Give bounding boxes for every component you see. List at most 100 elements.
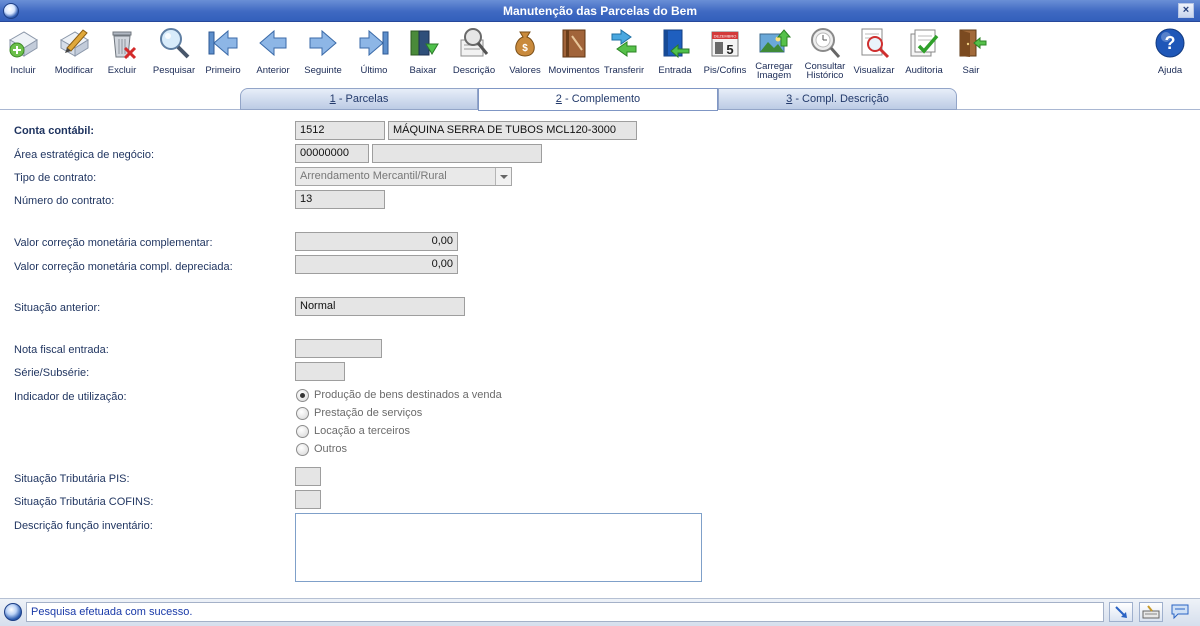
incluir-button[interactable]: Incluir — [4, 22, 42, 80]
area-estrategica-code-field[interactable]: 00000000 — [295, 144, 369, 163]
tab-parcelas[interactable]: 1 - Parcelas — [240, 88, 478, 110]
conta-contabil-code-field[interactable]: 1512 — [295, 121, 385, 140]
svg-text:?: ? — [1165, 33, 1176, 53]
conta-contabil-desc-field[interactable]: MÁQUINA SERRA DE TUBOS MCL120-3000 — [388, 121, 637, 140]
complemento-form: Conta contábil: 1512 MÁQUINA SERRA DE TU… — [0, 111, 1200, 597]
excluir-button[interactable]: Excluir — [104, 22, 140, 80]
numero-contrato-field[interactable]: 13 — [295, 190, 385, 209]
audit-checklist-icon — [910, 29, 939, 57]
svg-text:$: $ — [522, 43, 528, 54]
ultimo-label: Último — [360, 65, 388, 76]
area-estrategica-desc-field[interactable] — [372, 144, 542, 163]
status-bar: Pesquisa efetuada com sucesso. — [0, 598, 1200, 626]
money-bag-icon: $ — [515, 31, 535, 57]
pis-cofins-label: Pis/Cofins — [703, 65, 747, 76]
carregar-imagem-label: Carregar Imagem — [755, 61, 793, 81]
add-document-icon — [8, 31, 38, 58]
numero-contrato-label: Número do contrato: — [14, 195, 115, 207]
search-icon — [160, 28, 190, 59]
tipo-contrato-label: Tipo de contrato: — [14, 172, 97, 184]
modificar-label: Modificar — [54, 65, 94, 76]
pesquisar-button[interactable]: Pesquisar — [152, 22, 196, 80]
sair-button[interactable]: Sair — [954, 22, 988, 80]
tab-compl-descricao[interactable]: 3 - Compl. Descrição — [718, 88, 957, 110]
ajuda-button[interactable]: ? Ajuda — [1152, 22, 1188, 80]
calendar-icon: DEZEMBRO 5 — [711, 31, 739, 57]
visualizar-button[interactable]: Visualizar — [853, 22, 895, 80]
valor-correcao-field[interactable]: 0,00 — [295, 232, 458, 251]
keyboard-icon — [1142, 605, 1160, 619]
chat-bubble-icon — [1171, 604, 1189, 620]
close-button[interactable]: × — [1178, 3, 1194, 18]
valor-correcao-depreciada-label: Valor correção monetária compl. deprecia… — [14, 261, 233, 273]
history-search-icon — [811, 28, 841, 58]
radio-icon[interactable] — [296, 443, 309, 456]
title-bar: Manutenção das Parcelas do Bem × — [0, 0, 1200, 22]
situacao-anterior-field[interactable]: Normal — [295, 297, 465, 316]
indicador-label: Indicador de utilização: — [14, 391, 127, 403]
baixar-label: Baixar — [409, 65, 437, 76]
serie-field[interactable] — [295, 362, 345, 381]
transferir-button[interactable]: Transferir — [604, 22, 644, 80]
descricao-label: Descrição — [452, 65, 496, 76]
visualizar-label: Visualizar — [853, 65, 895, 76]
conta-contabil-label: Conta contábil: — [14, 125, 95, 137]
valores-button[interactable]: $ Valores — [506, 22, 544, 80]
tipo-contrato-value: Arrendamento Mercantil/Rural — [300, 170, 447, 182]
chat-button[interactable] — [1169, 602, 1193, 622]
carregar-imagem-button[interactable]: Carregar Imagem — [754, 22, 794, 80]
nota-fiscal-field[interactable] — [295, 339, 382, 358]
auditoria-button[interactable]: Auditoria — [902, 22, 946, 80]
descricao-funcao-textarea[interactable] — [295, 513, 702, 582]
valor-correcao-depreciada-field[interactable]: 0,00 — [295, 255, 458, 274]
situacao-pis-field[interactable] — [295, 467, 321, 486]
situacao-pis-label: Situação Tributária PIS: — [14, 473, 130, 485]
transfer-arrows-icon — [611, 29, 637, 57]
situacao-cofins-field[interactable] — [295, 490, 321, 509]
exit-door-icon — [959, 29, 987, 57]
window-title: Manutenção das Parcelas do Bem — [502, 4, 698, 18]
seguinte-button[interactable]: Seguinte — [304, 22, 342, 80]
descricao-button[interactable]: Descrição — [452, 22, 496, 80]
keyboard-button[interactable] — [1139, 602, 1163, 622]
modificar-button[interactable]: Modificar — [52, 22, 96, 80]
valores-label: Valores — [509, 65, 541, 76]
radio-icon[interactable] — [296, 425, 309, 438]
anterior-label: Anterior — [256, 65, 290, 76]
situacao-anterior-label: Situação anterior: — [14, 302, 101, 314]
movements-book-icon — [562, 29, 586, 58]
calendar-month-text: DEZEMBRO — [714, 34, 737, 39]
download-book-icon — [410, 30, 439, 56]
descricao-funcao-label: Descrição função inventário: — [14, 520, 153, 532]
primeiro-button[interactable]: Primeiro — [203, 22, 243, 80]
trash-icon — [112, 31, 137, 60]
tab-bar: 1 - Parcelas 2 - Complemento 3 - Compl. … — [0, 80, 1200, 111]
transferir-label: Transferir — [603, 65, 645, 76]
situacao-cofins-label: Situação Tributária COFINS: — [14, 496, 154, 508]
ajuda-label: Ajuda — [1157, 65, 1183, 76]
anterior-button[interactable]: Anterior — [254, 22, 292, 80]
nota-fiscal-label: Nota fiscal entrada: — [14, 344, 109, 356]
pis-cofins-button[interactable]: DEZEMBRO 5 Pis/Cofins — [702, 22, 748, 80]
toolbar: Incluir Modificar Excluir Pesquisar Prim… — [0, 22, 1200, 80]
chevron-down-icon[interactable] — [495, 168, 511, 185]
resize-button[interactable] — [1109, 602, 1133, 622]
excluir-label: Excluir — [107, 65, 137, 76]
area-estrategica-label: Área estratégica de negócio: — [14, 149, 155, 161]
baixar-button[interactable]: Baixar — [404, 22, 442, 80]
tipo-contrato-select[interactable]: Arrendamento Mercantil/Rural — [295, 167, 512, 186]
radio-selected-icon[interactable] — [296, 389, 309, 402]
movimentos-button[interactable]: Movimentos — [548, 22, 600, 80]
consultar-historico-button[interactable]: Consultar Histórico — [803, 22, 847, 80]
tab-complemento[interactable]: 2 - Complemento — [478, 88, 718, 111]
valor-correcao-label: Valor correção monetária complementar: — [14, 237, 213, 249]
ultimo-button[interactable]: Último — [356, 22, 392, 80]
preview-icon — [861, 28, 890, 59]
radio-icon[interactable] — [296, 407, 309, 420]
seguinte-label: Seguinte — [304, 65, 342, 76]
help-icon: ? — [1155, 28, 1185, 58]
entrada-button[interactable]: Entrada — [656, 22, 694, 80]
first-record-icon — [208, 29, 238, 57]
status-message: Pesquisa efetuada com sucesso. — [26, 602, 1104, 622]
entry-book-icon — [663, 29, 690, 59]
